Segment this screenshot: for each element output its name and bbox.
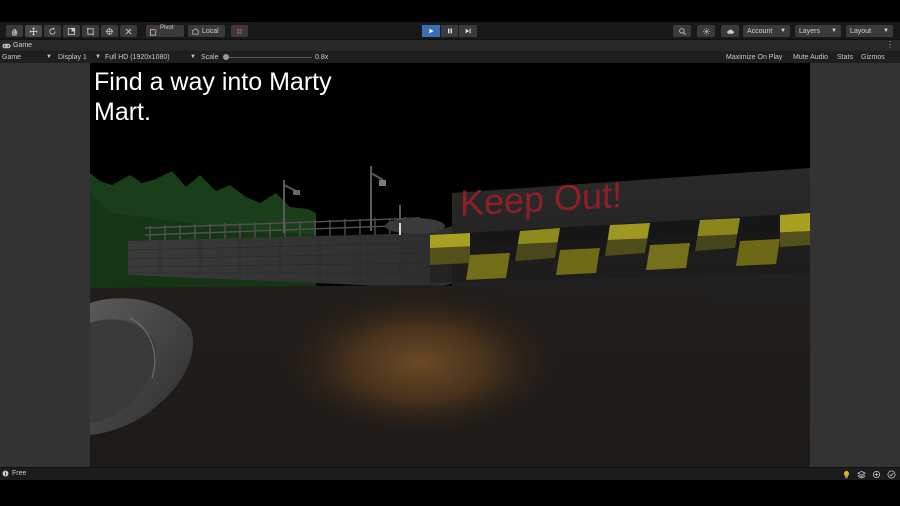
hand-icon (12, 28, 18, 36)
layers-label: Layers (799, 27, 821, 35)
pivot-label: Pivot (160, 25, 174, 31)
resolution-dropdown[interactable]: Full HD (1920x1080) ▼ (105, 52, 196, 62)
transform-tool-button[interactable] (101, 25, 118, 37)
display-label: Display 1 (58, 53, 87, 61)
scale-tool-button[interactable] (63, 25, 80, 37)
cloud-button[interactable] (721, 25, 739, 37)
layout-label: Layout (850, 27, 872, 35)
light-spot (399, 223, 401, 235)
pause-icon (447, 28, 452, 34)
hand-tool-button[interactable] (6, 25, 23, 37)
rect-icon (86, 27, 95, 35)
chevron-down-icon: ▼ (46, 54, 52, 60)
lightbulb-icon[interactable] (841, 469, 851, 479)
collab-button[interactable] (697, 25, 715, 37)
pause-button[interactable] (440, 25, 459, 37)
stats-toggle[interactable]: Stats (837, 52, 853, 62)
grid-snap-button[interactable] (231, 25, 248, 37)
step-button[interactable] (459, 25, 478, 37)
viewport-gutter-left (0, 63, 90, 467)
pivot-toggle[interactable]: Pivot (146, 25, 184, 37)
scale-label: Scale (201, 53, 219, 61)
check-icon[interactable] (886, 469, 896, 479)
tab-game-label: Game (13, 42, 33, 49)
local-label: Local (202, 27, 219, 35)
mute-audio-toggle[interactable]: Mute Audio (793, 52, 828, 62)
play-icon (429, 28, 434, 34)
debug-icon[interactable] (871, 469, 881, 479)
status-text: Free (12, 470, 27, 477)
lamp-head (293, 190, 300, 195)
tab-game[interactable]: Game (2, 40, 32, 51)
layout-dropdown[interactable]: Layout ▼ (846, 25, 893, 37)
play-button[interactable] (422, 25, 440, 37)
letterbox-top (0, 0, 900, 22)
custom-tool-button[interactable] (120, 25, 137, 37)
cloud-icon (726, 28, 734, 34)
account-label: Account (747, 27, 773, 35)
resolution-label: Full HD (1920x1080) (105, 53, 170, 61)
maximize-on-play-toggle[interactable]: Maximize On Play (726, 52, 782, 62)
chevron-down-icon: ▼ (831, 28, 837, 34)
wrench-icon (125, 28, 132, 34)
scale-value: 0.8x (315, 53, 329, 61)
rotate-icon (49, 27, 56, 35)
transform-icon (105, 27, 114, 35)
info-icon (2, 470, 9, 477)
gizmos-toggle[interactable]: Gizmos (861, 52, 885, 62)
search-button[interactable] (673, 25, 691, 37)
scale-icon (67, 27, 76, 35)
chevron-down-icon: ▼ (780, 28, 786, 34)
grid-snap-icon (236, 28, 243, 34)
objective-text: Find a way into Marty Mart. (94, 68, 332, 126)
gamepad-icon (2, 43, 11, 48)
view-mode-label: Game (2, 53, 22, 61)
tab-menu-icon[interactable]: ⋮ (886, 40, 894, 49)
local-toggle[interactable]: Local (188, 25, 225, 37)
flashlight-beam (270, 283, 570, 443)
scale-slider-handle[interactable] (223, 54, 229, 60)
scale-slider-track[interactable] (226, 57, 312, 58)
status-bar: Free (0, 467, 900, 480)
sun-icon (702, 27, 710, 35)
rect-tool-button[interactable] (82, 25, 99, 37)
rotate-tool-button[interactable] (44, 25, 61, 37)
account-dropdown[interactable]: Account ▼ (743, 25, 790, 37)
game-viewport[interactable]: Keep Out! Find a way into Marty Mart. (90, 63, 810, 467)
tab-bar: Game ⋮ (0, 40, 900, 51)
pivot-icon (149, 28, 157, 35)
move-icon (29, 27, 38, 35)
view-mode-dropdown[interactable]: Game ▼ (2, 52, 52, 62)
viewport-gutter-right (810, 63, 900, 467)
game-view-toolbar: Game ▼ Display 1 ▼ Full HD (1920x1080) ▼… (0, 51, 900, 63)
step-icon (465, 28, 471, 34)
layers-stack-icon[interactable] (856, 469, 866, 479)
lamp-head (379, 180, 386, 186)
main-toolbar: Pivot Local Account ▼ Layers ▼ Layout ▼ (0, 22, 900, 40)
chevron-down-icon: ▼ (190, 54, 196, 60)
display-dropdown[interactable]: Display 1 ▼ (58, 52, 101, 62)
letterbox-bottom (0, 480, 900, 506)
keep-out-sign: Keep Out! (460, 174, 622, 223)
local-icon (192, 27, 199, 35)
play-controls (422, 25, 478, 37)
layers-dropdown[interactable]: Layers ▼ (795, 25, 841, 37)
move-tool-button[interactable] (25, 25, 42, 37)
chevron-down-icon: ▼ (95, 54, 101, 60)
chevron-down-icon: ▼ (883, 28, 889, 34)
search-icon (678, 27, 686, 35)
